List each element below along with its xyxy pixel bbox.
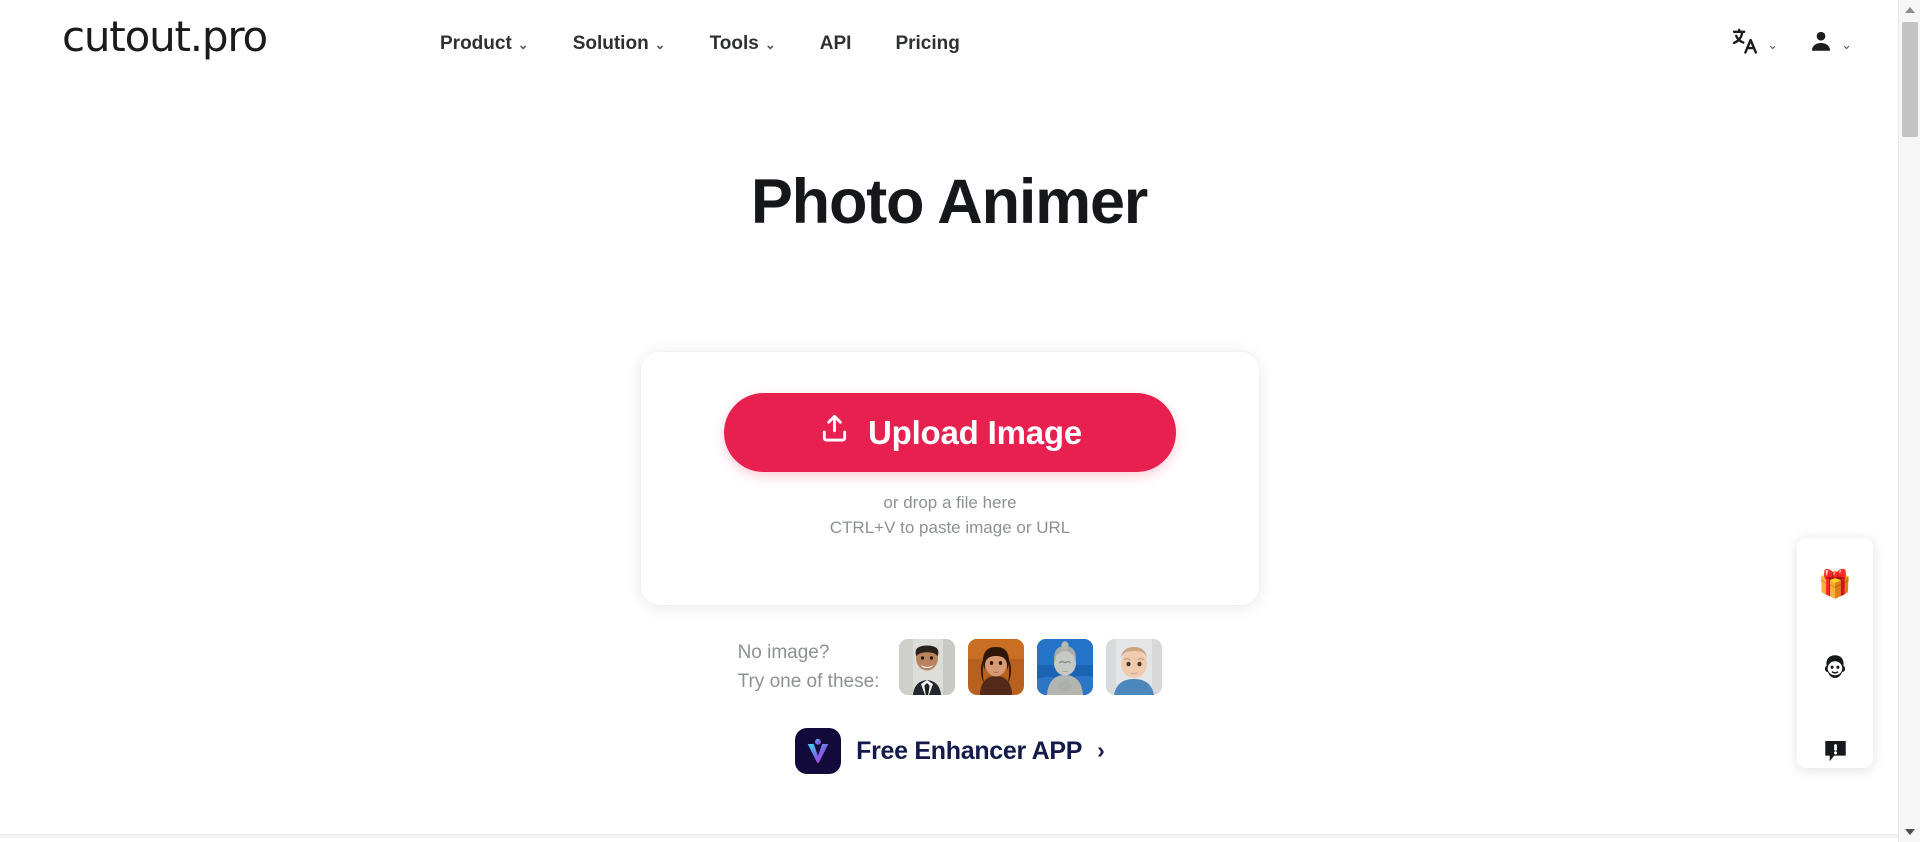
- chevron-down-icon: ⌄: [1767, 36, 1779, 52]
- sample-thumb-baby-portrait[interactable]: [1106, 639, 1163, 695]
- nav-label: Product: [440, 33, 512, 54]
- sample-label-line-2: Try one of these:: [737, 671, 880, 692]
- chevron-down-icon: ⌄: [1841, 36, 1852, 52]
- nav-item-tools[interactable]: Tools ⌄: [688, 30, 798, 58]
- face-avatar-icon[interactable]: [1815, 649, 1855, 685]
- upload-icon: [818, 412, 851, 453]
- nav-label: Tools: [709, 33, 759, 54]
- sample-thumb-woman-portrait[interactable]: [968, 639, 1025, 695]
- drop-hint-line-2: CTRL+V to paste image or URL: [829, 518, 1071, 537]
- vance-app-icon: [795, 728, 842, 774]
- feedback-icon[interactable]: [1815, 732, 1855, 768]
- nav-item-product[interactable]: Product ⌄: [418, 30, 551, 58]
- gift-icon[interactable]: 🎁: [1815, 566, 1855, 602]
- chevron-right-icon: ›: [1097, 736, 1105, 763]
- site-logo[interactable]: cutout.pro: [62, 16, 268, 58]
- user-account-icon: [1808, 28, 1834, 59]
- upload-button-label: Upload Image: [868, 413, 1082, 451]
- sample-label-line-1: No image?: [737, 642, 830, 663]
- drop-hint-line-1: or drop a file here: [883, 493, 1017, 512]
- nav-item-pricing[interactable]: Pricing: [873, 30, 981, 58]
- sample-thumb-man-in-suit[interactable]: [899, 639, 956, 695]
- site-header: cutout.pro Product ⌄ Solution ⌄ Tools ⌄ …: [0, 0, 1898, 88]
- vertical-scrollbar[interactable]: [1898, 0, 1920, 842]
- nav-label: Pricing: [895, 33, 960, 54]
- chevron-down-icon: ⌄: [654, 37, 666, 52]
- nav-item-api[interactable]: API: [798, 30, 874, 58]
- scrollbar-down-arrow[interactable]: [1899, 822, 1920, 842]
- language-translate-icon: [1730, 26, 1760, 61]
- page-root: cutout.pro Product ⌄ Solution ⌄ Tools ⌄ …: [0, 0, 1920, 842]
- sample-images-section: No image? Try one of these:: [641, 638, 1259, 696]
- floating-side-widget: 🎁: [1797, 538, 1873, 768]
- header-controls: ⌄ ⌄: [1730, 26, 1852, 61]
- browser-viewport: cutout.pro Product ⌄ Solution ⌄ Tools ⌄ …: [0, 0, 1898, 838]
- scrollbar-thumb[interactable]: [1902, 22, 1918, 137]
- main-navigation: Product ⌄ Solution ⌄ Tools ⌄ API Pricing: [418, 30, 982, 58]
- page-title: Photo Animer: [750, 167, 1148, 237]
- nav-label: API: [819, 33, 852, 54]
- free-enhancer-app-label: Free Enhancer APP: [856, 736, 1083, 765]
- horizontal-scrollbar-edge: [0, 834, 1898, 838]
- free-enhancer-app-link[interactable]: Free Enhancer APP ›: [641, 728, 1259, 774]
- scrollbar-up-arrow[interactable]: [1899, 0, 1920, 20]
- nav-label: Solution: [572, 33, 649, 54]
- sample-thumb-buddha-statue[interactable]: [1037, 639, 1094, 695]
- language-selector[interactable]: ⌄: [1730, 26, 1778, 61]
- sample-thumbnail-list: [899, 639, 1163, 695]
- upload-dropzone-card[interactable]: Upload Image or drop a file here CTRL+V …: [641, 352, 1259, 605]
- account-menu[interactable]: ⌄: [1808, 28, 1852, 59]
- nav-item-solution[interactable]: Solution ⌄: [551, 30, 688, 58]
- sample-images-label: No image? Try one of these:: [738, 638, 880, 696]
- chevron-down-icon: ⌄: [764, 37, 776, 52]
- upload-image-button[interactable]: Upload Image: [724, 393, 1176, 472]
- chevron-down-icon: ⌄: [517, 37, 529, 52]
